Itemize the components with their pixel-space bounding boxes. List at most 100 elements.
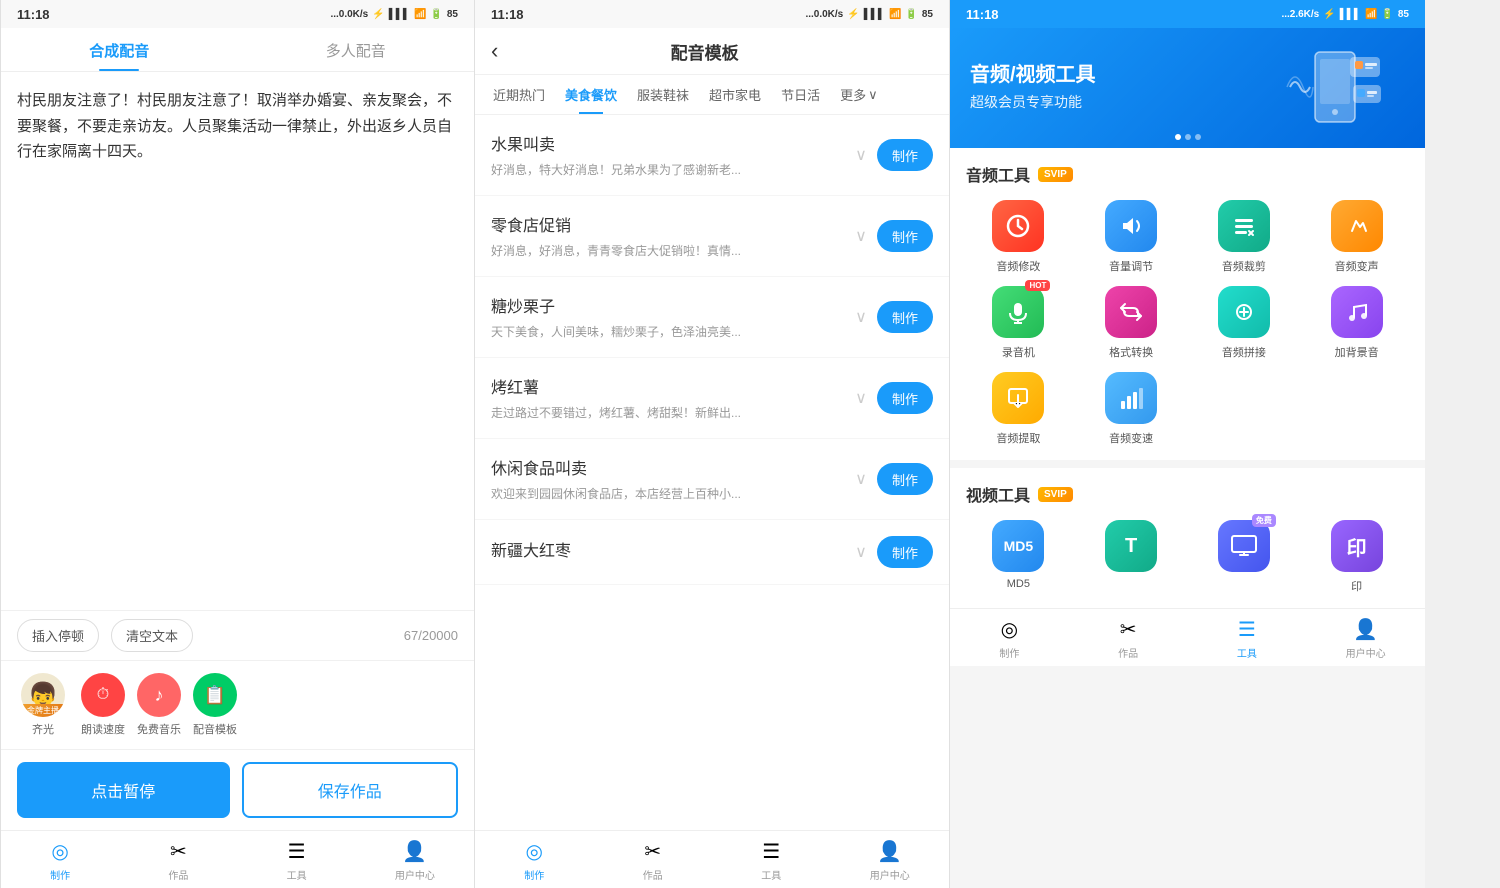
tool-bgmusic[interactable]: 加背景音 xyxy=(1304,286,1409,360)
works-label-3: 作品 xyxy=(1118,645,1138,660)
template-button[interactable]: 📋 xyxy=(193,673,237,717)
dot-1 xyxy=(1175,134,1181,140)
nav-make-2[interactable]: ◎ 制作 xyxy=(475,831,594,888)
tool-stamp[interactable]: 印 印 xyxy=(1304,520,1409,594)
template-title-3: 烤红薯 xyxy=(491,374,845,398)
template-item: 休闲食品叫卖 欢迎来到园园休闲食品店，本店经营上百种小... ∨ 制作 xyxy=(475,439,949,520)
voice-item-music[interactable]: ♪ 免费音乐 xyxy=(137,673,181,737)
avatar-image: 👦 金牌主播 xyxy=(21,673,65,717)
cat-holiday[interactable]: 节日活 xyxy=(771,75,830,114)
make-button-3[interactable]: 制作 xyxy=(877,382,933,414)
make-button-1[interactable]: 制作 xyxy=(877,220,933,252)
merge-label: 音频拼接 xyxy=(1222,344,1266,360)
bgmusic-icon xyxy=(1331,286,1383,338)
status-bar-1: 11:18 ...0.0K/s ⚡ ▌▌▌ 📶 🔋 85 xyxy=(1,0,474,28)
tool-format[interactable]: 格式转换 xyxy=(1079,286,1184,360)
cat-recent[interactable]: 近期热门 xyxy=(483,75,555,114)
works-icon-2: ✂ xyxy=(644,839,661,864)
template-title-1: 零食店促销 xyxy=(491,212,845,236)
template-label: 配音模板 xyxy=(193,721,237,737)
cat-food[interactable]: 美食餐饮 xyxy=(555,75,627,114)
char-count: 67/20000 xyxy=(404,628,458,643)
nav-tools-3[interactable]: ☰ 工具 xyxy=(1188,609,1307,666)
nav-works-3[interactable]: ✂ 作品 xyxy=(1069,609,1188,666)
tool-screen[interactable]: 免费 xyxy=(1192,520,1297,594)
signal-icon: ▌▌▌ xyxy=(389,9,410,20)
network-speed-3: ...2.6K/s xyxy=(1281,9,1319,20)
video-section-header: 视频工具 SVIP xyxy=(966,482,1409,506)
volume-icon xyxy=(1105,200,1157,252)
nav-works-2[interactable]: ✂ 作品 xyxy=(594,831,713,888)
template-info-3: 烤红薯 走过路过不要错过，烤红薯、烤甜梨！新鲜出... xyxy=(491,374,845,422)
tool-voice-change[interactable]: 音频变声 xyxy=(1304,200,1409,274)
nav-user-2[interactable]: 👤 用户中心 xyxy=(831,831,950,888)
nav-make-1[interactable]: ◎ 制作 xyxy=(1,831,119,888)
voice-item-speed[interactable]: ⏱ 朗读速度 xyxy=(81,673,125,737)
expand-0[interactable]: ∨ xyxy=(845,139,877,171)
nav-make-3[interactable]: ◎ 制作 xyxy=(950,609,1069,666)
tab-multi[interactable]: 多人配音 xyxy=(238,28,475,71)
make-button-0[interactable]: 制作 xyxy=(877,139,933,171)
nav-tools-1[interactable]: ☰ 工具 xyxy=(238,831,356,888)
audio-modify-label: 音频修改 xyxy=(996,258,1040,274)
battery-level-3: 85 xyxy=(1398,9,1409,20)
battery-icon-3: 🔋 xyxy=(1381,9,1393,20)
tool-speed[interactable]: 音频变速 xyxy=(1079,372,1184,446)
tools-label-1: 工具 xyxy=(287,867,307,882)
cat-clothing[interactable]: 服装鞋袜 xyxy=(627,75,699,114)
expand-3[interactable]: ∨ xyxy=(845,382,877,414)
save-button[interactable]: 保存作品 xyxy=(242,762,459,818)
stamp-label: 印 xyxy=(1351,578,1362,594)
tool-volume[interactable]: 音量调节 xyxy=(1079,200,1184,274)
dubbing-text-input[interactable] xyxy=(17,88,458,594)
expand-2[interactable]: ∨ xyxy=(845,301,877,333)
cat-more[interactable]: 更多 ∨ xyxy=(830,75,888,114)
nav-tools-2[interactable]: ☰ 工具 xyxy=(712,831,831,888)
user-icon-3: 👤 xyxy=(1353,617,1378,642)
recorder-label: 录音机 xyxy=(1002,344,1035,360)
back-button[interactable]: ‹ xyxy=(491,38,498,64)
promo-banner[interactable]: 音频/视频工具 超级会员专享功能 xyxy=(950,28,1425,148)
voice-avatar-qi[interactable]: 👦 金牌主播 齐光 xyxy=(17,673,69,737)
make-label-1: 制作 xyxy=(50,867,70,882)
template-page-title: 配音模板 xyxy=(506,39,903,64)
wifi-icon-2: 📶 xyxy=(889,9,901,20)
insert-pause-button[interactable]: 插入停顿 xyxy=(17,619,99,652)
nav-works-1[interactable]: ✂ 作品 xyxy=(119,831,237,888)
tool-audio-cut[interactable]: 音频裁剪 xyxy=(1192,200,1297,274)
pause-button[interactable]: 点击暂停 xyxy=(17,762,230,818)
make-button-2[interactable]: 制作 xyxy=(877,301,933,333)
nav-user-3[interactable]: 👤 用户中心 xyxy=(1306,609,1425,666)
music-button[interactable]: ♪ xyxy=(137,673,181,717)
voice-change-icon xyxy=(1331,200,1383,252)
voice-name-qi: 齐光 xyxy=(32,721,54,737)
works-label-2: 作品 xyxy=(643,867,663,882)
tool-audio-modify[interactable]: 音频修改 xyxy=(966,200,1071,274)
nav-user-1[interactable]: 👤 用户中心 xyxy=(356,831,474,888)
video-tools-section: 视频工具 SVIP MD5 MD5 T 免费 xyxy=(950,468,1425,608)
expand-4[interactable]: ∨ xyxy=(845,463,877,495)
user-label-1: 用户中心 xyxy=(395,867,435,882)
extract-label: 音频提取 xyxy=(996,430,1040,446)
tool-extract[interactable]: 音频提取 xyxy=(966,372,1071,446)
audio-modify-icon xyxy=(992,200,1044,252)
template-header: ‹ 配音模板 xyxy=(475,28,949,75)
tool-merge[interactable]: 音频拼接 xyxy=(1192,286,1297,360)
voice-item-template[interactable]: 📋 配音模板 xyxy=(193,673,237,737)
cat-supermarket[interactable]: 超市家电 xyxy=(699,75,771,114)
make-button-4[interactable]: 制作 xyxy=(877,463,933,495)
tool-recorder[interactable]: HOT 录音机 xyxy=(966,286,1071,360)
tab-synthesis[interactable]: 合成配音 xyxy=(1,28,238,71)
tool-video-t[interactable]: T xyxy=(1079,520,1184,594)
bluetooth-icon: ⚡ xyxy=(372,9,384,20)
clear-text-button[interactable]: 清空文本 xyxy=(111,619,193,652)
speed-button[interactable]: ⏱ xyxy=(81,673,125,717)
banner-dots xyxy=(1175,134,1201,140)
tool-md5[interactable]: MD5 MD5 xyxy=(966,520,1071,594)
status-bar-3: 11:18 ...2.6K/s ⚡ ▌▌▌ 📶 🔋 85 xyxy=(950,0,1425,28)
video-svip-badge: SVIP xyxy=(1038,487,1073,502)
make-button-5[interactable]: 制作 xyxy=(877,536,933,568)
expand-1[interactable]: ∨ xyxy=(845,220,877,252)
panel-template: 11:18 ...0.0K/s ⚡ ▌▌▌ 📶 🔋 85 ‹ 配音模板 近期热门… xyxy=(475,0,950,888)
expand-5[interactable]: ∨ xyxy=(845,536,877,568)
